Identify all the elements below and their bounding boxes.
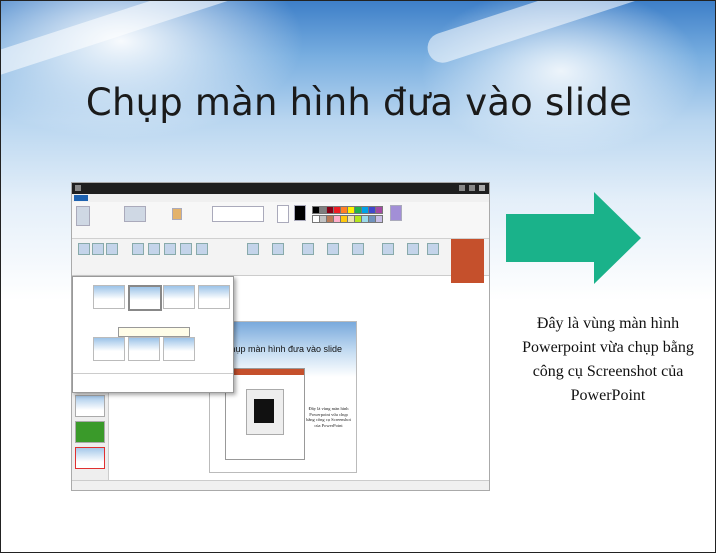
ribbon-icon [106,243,118,255]
ribbon-icon [427,243,439,255]
image-tools-icon [124,206,146,222]
paint-ribbon [72,202,489,239]
powerpoint-ribbon [72,239,489,276]
ribbon-icon [196,243,208,255]
slide-thumbnail [75,395,105,417]
window-titlebar [72,183,489,194]
ribbon-icon [352,243,364,255]
side-pane [451,239,484,283]
color-swatch [375,206,383,214]
slide-title[interactable]: Chụp màn hình đưa vào slide [1,81,715,124]
ribbon-icon [92,243,104,255]
background-streak [423,1,715,67]
ribbon-icon [180,243,192,255]
size-icon [277,205,289,223]
slide-thumbnail [75,447,105,469]
ribbon-icon [302,243,314,255]
gallery-tooltip [118,327,190,337]
window-thumbnail [198,285,230,309]
file-tab [74,195,88,201]
inner-caption: Đây là vùng màn hình Powerpoint vừa chụp… [306,406,351,428]
window-thumbnail [93,337,125,361]
window-thumbnail [163,337,195,361]
slide-thumbnails-pane [72,391,109,481]
shapes-gallery [212,206,264,222]
brush-icon [172,208,182,220]
inner-screenshot-image [225,368,305,460]
color-1-icon [294,205,306,221]
window-thumbnail [128,285,162,311]
ribbon-icon [164,243,176,255]
slide-thumbnail [75,421,105,443]
status-bar [72,480,489,490]
paste-icon [76,206,90,226]
ribbon-icon [272,243,284,255]
ribbon-icon [327,243,339,255]
edit-colors-icon [390,205,402,221]
window-icon [75,185,81,191]
window-thumbnail [128,337,160,361]
ribbon-icon [78,243,90,255]
background-streak [1,1,277,84]
ribbon-tabs [72,194,489,202]
powerpoint-screenshot-image[interactable]: Chụp màn hình đưa vào slide Đây là vùng … [71,182,490,491]
right-arrow-icon [506,192,641,284]
ribbon-icon [407,243,419,255]
slide-caption[interactable]: Đây là vùng màn hình Powerpoint vừa chụp… [518,312,698,408]
window-thumbnail [93,285,125,309]
color-swatch [375,215,383,223]
close-icon [479,185,485,191]
maximize-icon [469,185,475,191]
ribbon-icon [382,243,394,255]
window-thumbnail [163,285,195,309]
ribbon-icon [132,243,144,255]
minimize-icon [459,185,465,191]
screenshot-dropdown-gallery [72,276,234,393]
slide: Chụp màn hình đưa vào slide Chụp màn hìn… [0,0,716,553]
ribbon-icon [247,243,259,255]
ribbon-icon [148,243,160,255]
